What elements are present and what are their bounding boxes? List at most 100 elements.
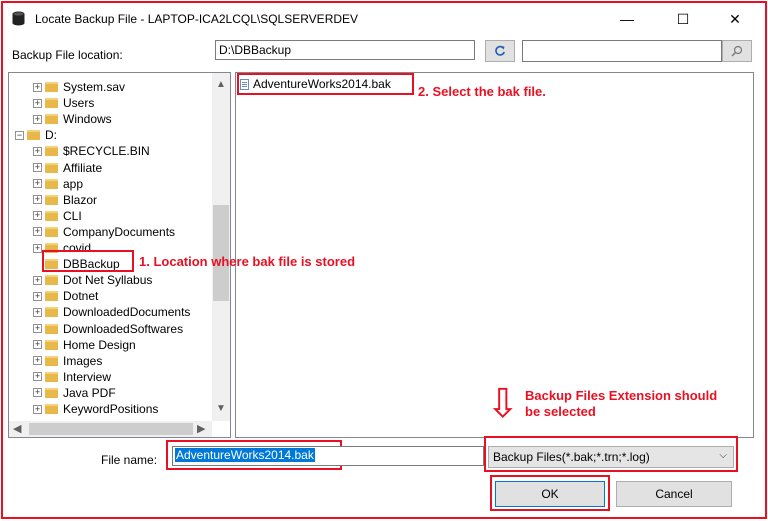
backup-location-input[interactable]: D:\DBBackup [215,40,475,60]
tree-item-label: D: [45,128,57,143]
tree-item-label: Users [63,96,95,111]
tree-item[interactable]: + Home Design [33,337,136,353]
scroll-up-arrow-icon[interactable]: ▲ [216,79,226,90]
tree-item-label: CLI [63,208,82,223]
file-name-input[interactable]: AdventureWorks2014.bak [172,446,484,466]
maximize-button[interactable]: ☐ [660,4,706,34]
tree-item-label: app [63,176,84,191]
annotation-box-dbbackup [42,250,134,272]
tree-item[interactable]: + $RECYCLE.BIN [33,143,150,159]
expand-icon[interactable]: + [33,82,42,92]
collapse-icon[interactable]: − [15,130,24,140]
cancel-button[interactable]: Cancel [616,481,732,507]
folder-icon [45,307,58,318]
expand-icon[interactable]: + [33,114,42,124]
expand-icon[interactable]: + [33,98,42,108]
folder-icon [45,339,58,350]
folder-icon [45,226,58,237]
expand-icon[interactable]: + [33,307,42,317]
folder-icon [45,404,58,414]
window-title: Locate Backup File - LAPTOP-ICA2LCQL\SQL… [35,12,359,26]
tree-item-label: KeywordPositions [63,402,159,416]
tree-item[interactable]: + System.sav [33,79,125,95]
search-button[interactable] [722,40,752,62]
tree-item[interactable]: + Affiliate [33,160,102,176]
tree-item[interactable]: + DownloadedDocuments [33,304,190,320]
tree-vertical-scrollbar[interactable]: ▲ ▼ [212,73,230,421]
folder-icon [45,162,58,173]
file-name-label: File name: [101,453,158,467]
title-bar: Locate Backup File - LAPTOP-ICA2LCQL\SQL… [4,4,764,34]
expand-icon[interactable]: + [33,227,42,237]
tree-item[interactable]: + KeywordPositions [33,401,158,417]
expand-icon[interactable]: + [33,340,42,350]
tree-item[interactable]: + app [33,176,83,192]
tree-item-label: DownloadedSoftwares [63,321,184,336]
expand-icon[interactable]: + [33,163,42,172]
tree-item[interactable]: + Java PDF [33,385,116,401]
tree-item[interactable]: + CompanyDocuments [33,224,175,240]
tree-hscroll-thumb[interactable] [29,423,193,435]
expand-icon[interactable]: + [33,211,42,221]
close-button[interactable]: ✕ [712,4,758,34]
folder-icon [45,194,58,205]
tree-item-label: System.sav [63,80,126,94]
file-type-select[interactable]: Backup Files(*.bak;*.trn;*.log) ⌵ [488,446,734,468]
expand-icon[interactable]: + [33,243,42,253]
folder-icon [45,275,58,286]
expand-icon[interactable]: + [33,356,42,366]
expand-icon[interactable]: + [33,195,42,205]
backup-location-label: Backup File location: [12,48,123,62]
tree-item-label: Images [63,353,103,368]
tree-item[interactable]: + Windows [33,111,112,127]
expand-icon[interactable]: + [33,404,42,414]
tree-item-label: Interview [63,369,112,384]
search-input[interactable] [522,40,722,62]
annotation-extension-line2: be selected [525,404,596,419]
database-icon [12,11,25,26]
scroll-right-arrow-icon[interactable]: ▶ [197,422,205,435]
tree-item-label: DownloadedDocuments [63,305,191,320]
tree-item[interactable]: + Images [33,353,102,369]
folder-icon [27,130,40,141]
folder-icon [45,98,58,109]
tree-item[interactable]: + Dotnet [33,288,98,304]
folder-icon [45,387,58,398]
folder-icon [45,146,58,157]
folder-icon [45,291,58,302]
ok-button[interactable]: OK [495,481,605,507]
minimize-button[interactable]: — [604,4,650,34]
folder-icon [45,114,58,125]
tree-item[interactable]: − D: [15,127,57,143]
tree-item-label: Dot Net Syllabus [63,273,153,288]
expand-icon[interactable]: + [33,372,42,382]
expand-icon[interactable]: + [33,179,42,189]
tree-item[interactable]: + CLI [33,208,82,224]
tree-item[interactable]: + Blazor [33,192,97,208]
expand-icon[interactable]: + [33,324,42,333]
folder-icon [45,323,58,334]
folder-icon [45,355,58,366]
expand-icon[interactable]: + [33,291,42,301]
expand-icon[interactable]: + [33,146,42,156]
folder-icon [45,82,58,92]
tree-scroll-thumb[interactable] [213,205,229,301]
tree-item-label: CompanyDocuments [63,224,176,239]
tree-item[interactable]: + Interview [33,369,111,385]
expand-icon[interactable]: + [33,275,42,285]
tree-item-label: $RECYCLE.BIN [63,144,150,159]
tree-item-label: Affiliate [63,160,103,175]
annotation-step1: 1. Location where bak file is stored [139,254,356,269]
refresh-button[interactable] [485,40,515,62]
scroll-left-arrow-icon[interactable]: ◀ [13,422,21,435]
tree-item[interactable]: + DownloadedSoftwares [33,321,183,337]
search-icon [731,45,743,57]
annotation-extension-line1: Backup Files Extension should [525,388,718,403]
annotation-arrow-icon: ⇩ [486,382,520,426]
tree-horizontal-scrollbar[interactable]: ◀ ▶ [9,421,212,437]
expand-icon[interactable]: + [33,388,42,398]
tree-item[interactable]: + Users [33,95,94,111]
folder-icon [45,178,58,189]
scroll-down-arrow-icon[interactable]: ▼ [216,403,226,414]
tree-item[interactable]: + Dot Net Syllabus [33,272,152,288]
